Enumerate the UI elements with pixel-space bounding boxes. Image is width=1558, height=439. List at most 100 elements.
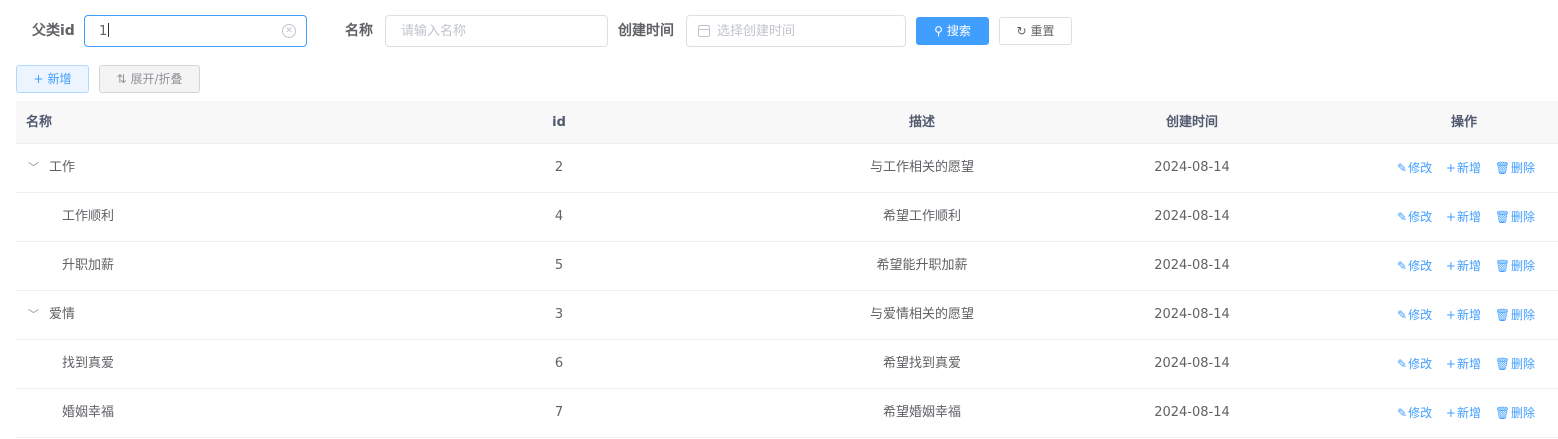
delete-link[interactable]: 🗑删除 (1495, 259, 1535, 273)
clear-icon[interactable]: ✕ (282, 24, 296, 38)
cell-description: 希望工作顺利 (882, 209, 961, 224)
search-button[interactable]: ⚲ 搜索 (916, 17, 989, 45)
cell-name: ﹀ 爱情 (28, 291, 75, 339)
cell-created-time: 2024-08-14 (1154, 356, 1230, 371)
cell-name: 升职加薪 (62, 242, 114, 290)
delete-link[interactable]: 🗑删除 (1495, 357, 1535, 371)
add-child-label: 新增 (1456, 406, 1481, 420)
row-actions: ✎修改 +新增 🗑删除 (1397, 340, 1545, 388)
created-time-picker[interactable]: 选择创建时间 (686, 15, 906, 47)
delete-label: 删除 (1511, 406, 1536, 420)
add-child-link[interactable]: +新增 (1446, 308, 1481, 322)
column-header-desc: 描述 (908, 115, 935, 130)
delete-label: 删除 (1511, 161, 1536, 175)
parent-id-value: 1 (99, 24, 108, 39)
cell-id: 2 (554, 160, 564, 175)
cell-description: 与爱情相关的愿望 (869, 307, 974, 322)
add-child-label: 新增 (1456, 259, 1481, 273)
table-row: ﹀ 爱情 3 与爱情相关的愿望 2024-08-14 ✎修改 +新增 🗑删除 (16, 291, 1558, 340)
edit-link[interactable]: ✎修改 (1397, 210, 1432, 224)
reset-button-label: 重置 (1030, 24, 1055, 38)
row-name: 工作顺利 (62, 209, 115, 224)
add-child-link[interactable]: +新增 (1446, 210, 1481, 224)
plus-icon: + (1445, 161, 1456, 175)
cell-created-time: 2024-08-14 (1154, 307, 1230, 322)
refresh-icon: ↻ (1016, 24, 1027, 38)
chevron-down-icon[interactable]: ﹀ (28, 291, 42, 339)
table-row: ﹀ 工作 2 与工作相关的愿望 2024-08-14 ✎修改 +新增 🗑删除 (16, 144, 1558, 193)
add-child-label: 新增 (1456, 357, 1481, 371)
search-button-label: 搜索 (946, 24, 971, 38)
cell-id: 3 (554, 307, 564, 322)
add-child-label: 新增 (1456, 308, 1481, 322)
delete-label: 删除 (1511, 308, 1536, 322)
edit-label: 修改 (1408, 259, 1433, 273)
edit-icon: ✎ (1397, 357, 1408, 371)
search-form: 父类id 1 ✕ 名称 请输入名称 创建时间 选择创建时间 ⚲ 搜索 ↻ 重置 (0, 0, 1558, 62)
edit-label: 修改 (1408, 161, 1433, 175)
trash-icon: 🗑 (1494, 161, 1511, 175)
row-actions: ✎修改 +新增 🗑删除 (1397, 291, 1545, 339)
chevron-down-icon[interactable]: ﹀ (28, 144, 42, 192)
row-name: 爱情 (49, 307, 76, 322)
delete-label: 删除 (1511, 210, 1536, 224)
row-name: 婚姻幸福 (62, 405, 115, 420)
add-child-link[interactable]: +新增 (1446, 161, 1481, 175)
column-header-created: 创建时间 (1165, 115, 1218, 130)
add-child-link[interactable]: +新增 (1446, 406, 1481, 420)
plus-icon: + (33, 72, 44, 86)
edit-link[interactable]: ✎修改 (1397, 161, 1432, 175)
table-row: 婚姻幸福 7 希望婚姻幸福 2024-08-14 ✎修改 +新增 🗑删除 (16, 389, 1558, 438)
delete-link[interactable]: 🗑删除 (1495, 406, 1535, 420)
plus-icon: + (1445, 259, 1456, 273)
table-row: 升职加薪 5 希望能升职加薪 2024-08-14 ✎修改 +新增 🗑删除 (16, 242, 1558, 291)
column-header-name: 名称 (26, 115, 53, 130)
column-header-id: id (552, 115, 566, 130)
cell-description: 希望婚姻幸福 (882, 405, 961, 420)
cell-id: 6 (554, 356, 564, 371)
add-button-label: 新增 (47, 72, 72, 86)
trash-icon: 🗑 (1494, 308, 1511, 322)
edit-link[interactable]: ✎修改 (1397, 406, 1432, 420)
edit-icon: ✎ (1397, 406, 1408, 420)
tree-table: 名称 id 描述 创建时间 操作 ﹀ 工作 2 与工作相关的愿望 2024-08-… (16, 101, 1558, 438)
add-child-link[interactable]: +新增 (1446, 357, 1481, 371)
edit-link[interactable]: ✎修改 (1397, 259, 1432, 273)
column-header-actions: 操作 (1450, 115, 1477, 130)
cell-description: 与工作相关的愿望 (869, 160, 974, 175)
add-child-label: 新增 (1456, 161, 1481, 175)
cell-id: 7 (554, 405, 564, 420)
plus-icon: + (1445, 406, 1456, 420)
delete-link[interactable]: 🗑删除 (1495, 161, 1535, 175)
cell-id: 5 (554, 258, 564, 273)
cell-created-time: 2024-08-14 (1154, 160, 1230, 175)
row-actions: ✎修改 +新增 🗑删除 (1397, 144, 1545, 192)
row-name: 找到真爱 (62, 356, 115, 371)
edit-label: 修改 (1408, 357, 1433, 371)
cell-description: 希望找到真爱 (882, 356, 961, 371)
edit-label: 修改 (1408, 210, 1433, 224)
cell-created-time: 2024-08-14 (1154, 258, 1230, 273)
add-child-link[interactable]: +新增 (1446, 259, 1481, 273)
cell-created-time: 2024-08-14 (1154, 209, 1230, 224)
add-button[interactable]: + 新增 (16, 65, 89, 93)
expand-collapse-button[interactable]: ⇅ 展开/折叠 (99, 65, 200, 93)
name-input[interactable]: 请输入名称 (385, 15, 608, 47)
created-time-label: 创建时间 (618, 23, 674, 39)
cell-name: 婚姻幸福 (62, 389, 114, 437)
edit-link[interactable]: ✎修改 (1397, 357, 1432, 371)
row-actions: ✎修改 +新增 🗑删除 (1397, 193, 1545, 241)
row-actions: ✎修改 +新增 🗑删除 (1397, 242, 1545, 290)
parent-id-input[interactable]: 1 ✕ (84, 15, 307, 47)
trash-icon: 🗑 (1494, 259, 1511, 273)
reset-button[interactable]: ↻ 重置 (999, 17, 1072, 45)
delete-link[interactable]: 🗑删除 (1495, 308, 1535, 322)
expand-collapse-label: 展开/折叠 (130, 72, 183, 86)
trash-icon: 🗑 (1494, 357, 1511, 371)
delete-link[interactable]: 🗑删除 (1495, 210, 1535, 224)
edit-link[interactable]: ✎修改 (1397, 308, 1432, 322)
table-header: 名称 id 描述 创建时间 操作 (16, 101, 1558, 144)
edit-label: 修改 (1408, 308, 1433, 322)
name-label: 名称 (345, 23, 373, 39)
sort-icon: ⇅ (116, 72, 127, 86)
